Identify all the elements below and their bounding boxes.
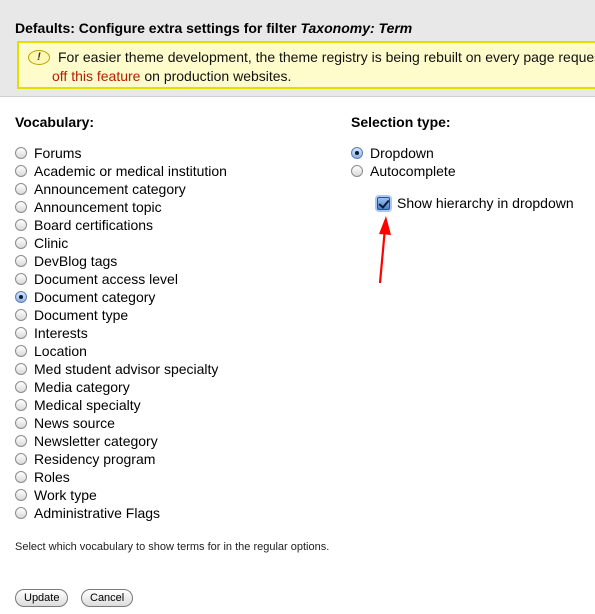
vocabulary-radio[interactable] (15, 273, 27, 285)
vocabulary-option[interactable]: Residency program (15, 450, 227, 468)
vocabulary-option-label: Board certifications (34, 217, 154, 233)
vocabulary-radio[interactable] (15, 489, 27, 501)
selection-type-option-label: Dropdown (370, 145, 434, 161)
vocabulary-option[interactable]: DevBlog tags (15, 252, 227, 270)
vocabulary-option-label: Newsletter category (34, 433, 158, 449)
vocabulary-option[interactable]: Interests (15, 324, 227, 342)
vocabulary-option-label: Administrative Flags (34, 505, 161, 521)
vocabulary-option-label: Document type (34, 307, 129, 323)
vocabulary-option-label: Roles (34, 469, 70, 485)
vocabulary-radio[interactable] (15, 399, 27, 411)
vocabulary-option[interactable]: Location (15, 342, 227, 360)
vocabulary-radio[interactable] (15, 201, 27, 213)
vocabulary-radio[interactable] (15, 345, 27, 357)
vocabulary-option-label: Location (34, 343, 87, 359)
vocabulary-option[interactable]: Media category (15, 378, 227, 396)
selection-type-option[interactable]: Autocomplete (351, 162, 456, 180)
vocabulary-option[interactable]: Clinic (15, 234, 227, 252)
warning-text-rest: on production websites. (140, 68, 292, 84)
arrow-head (379, 216, 391, 235)
vocabulary-radio[interactable] (15, 327, 27, 339)
selection-type-radio[interactable] (351, 165, 363, 177)
vocabulary-option[interactable]: Announcement category (15, 180, 227, 198)
vocabulary-option-label: Document access level (34, 271, 178, 287)
vocabulary-option[interactable]: Announcement topic (15, 198, 227, 216)
turn-off-feature-link[interactable]: off this feature (52, 68, 140, 84)
vocabulary-option-label: Interests (34, 325, 88, 341)
vocabulary-option-label: News source (34, 415, 115, 431)
vocabulary-radio[interactable] (15, 309, 27, 321)
vocabulary-option-label: Medical specialty (34, 397, 141, 413)
warning-message: ! For easier theme development, the them… (17, 41, 595, 89)
vocabulary-radio[interactable] (15, 291, 27, 303)
vocabulary-option-label: Med student advisor specialty (34, 361, 219, 377)
vocabulary-option[interactable]: Newsletter category (15, 432, 227, 450)
vocabulary-option-label: DevBlog tags (34, 253, 118, 269)
vocabulary-option[interactable]: Roles (15, 468, 227, 486)
vocabulary-radio[interactable] (15, 417, 27, 429)
vocabulary-radio[interactable] (15, 165, 27, 177)
show-hierarchy-checkbox[interactable] (377, 196, 390, 210)
vocabulary-option[interactable]: Medical specialty (15, 396, 227, 414)
dialog-title: Defaults: Configure extra settings for f… (15, 20, 412, 36)
vocabulary-radio[interactable] (15, 471, 27, 483)
vocabulary-option[interactable]: Med student advisor specialty (15, 360, 227, 378)
vocabulary-option[interactable]: Administrative Flags (15, 504, 227, 522)
vocabulary-option[interactable]: Forums (15, 144, 227, 162)
vocabulary-radio[interactable] (15, 183, 27, 195)
warning-text-line1: For easier theme development, the theme … (58, 49, 595, 65)
vocabulary-option[interactable]: Academic or medical institution (15, 162, 227, 180)
vocabulary-option-label: Announcement category (34, 181, 186, 197)
update-button[interactable]: Update (15, 589, 69, 607)
vocabulary-option-label: Forums (34, 145, 82, 161)
vocabulary-option-label: Announcement topic (34, 199, 162, 215)
vocabulary-option[interactable]: Document access level (15, 270, 227, 288)
vocabulary-option-label: Document category (34, 289, 156, 305)
vocabulary-radio[interactable] (15, 237, 27, 249)
vocabulary-option-label: Residency program (34, 451, 156, 467)
selection-type-label: Selection type: (351, 114, 451, 130)
selection-type-option[interactable]: Dropdown (351, 144, 456, 162)
vocabulary-option[interactable]: Document type (15, 306, 227, 324)
title-prefix: Defaults: Configure extra settings for f… (15, 20, 301, 36)
selection-type-option-label: Autocomplete (370, 163, 456, 179)
selection-type-radio-list: Dropdown Autocomplete (351, 144, 456, 180)
vocabulary-help-text: Select which vocabulary to show terms fo… (15, 541, 330, 553)
dialog-header: Defaults: Configure extra settings for f… (0, 0, 595, 97)
vocabulary-option[interactable]: Work type (15, 486, 227, 504)
cancel-button[interactable]: Cancel (81, 589, 134, 607)
vocabulary-radio[interactable] (15, 381, 27, 393)
title-filter-name: Taxonomy: Term (300, 20, 413, 36)
vocabulary-option-label: Clinic (34, 235, 69, 251)
vocabulary-radio[interactable] (15, 147, 27, 159)
vocabulary-option[interactable]: Document category (15, 288, 227, 306)
red-arrow-annotation (378, 216, 391, 284)
vocabulary-option[interactable]: News source (15, 414, 227, 432)
vocabulary-radio[interactable] (15, 363, 27, 375)
vocabulary-option-label: Media category (34, 379, 130, 395)
vocabulary-label: Vocabulary: (15, 114, 95, 130)
vocabulary-option-label: Work type (34, 487, 97, 503)
warning-text: For easier theme development, the theme … (52, 48, 595, 86)
show-hierarchy-label: Show hierarchy in dropdown (397, 195, 574, 211)
vocabulary-radio-list: Forums Academic or medical institution Ann… (15, 144, 227, 522)
show-hierarchy-option[interactable]: Show hierarchy in dropdown (377, 195, 574, 211)
selection-type-radio[interactable] (351, 147, 363, 159)
vocabulary-option-label: Academic or medical institution (34, 163, 227, 179)
vocabulary-radio[interactable] (15, 453, 27, 465)
exclamation-icon: ! (28, 50, 50, 65)
arrow-shaft (378, 227, 387, 284)
vocabulary-radio[interactable] (15, 255, 27, 267)
vocabulary-radio[interactable] (15, 435, 27, 447)
vocabulary-radio[interactable] (15, 219, 27, 231)
vocabulary-radio[interactable] (15, 507, 27, 519)
warning-text-line2: off this feature on production websites. (52, 67, 595, 86)
vocabulary-option[interactable]: Board certifications (15, 216, 227, 234)
